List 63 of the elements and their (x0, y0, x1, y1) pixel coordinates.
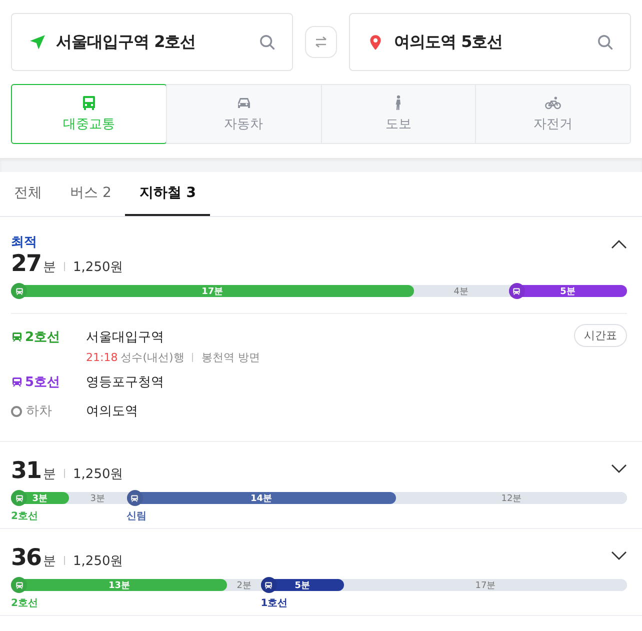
fare: 1,250원 (73, 259, 124, 276)
segment-duration: 17분 (202, 286, 224, 298)
fare: 1,250원 (73, 466, 124, 483)
filter-tab[interactable]: 버스 2 (56, 172, 126, 216)
train-direction: 성수(내선)행 (120, 350, 184, 365)
segment-duration: 2분 (236, 580, 252, 592)
navigation-arrow-icon (29, 34, 46, 50)
bus-icon (80, 95, 97, 111)
segment-duration: 4분 (454, 286, 469, 298)
search-icon[interactable] (597, 34, 614, 50)
train-icon (14, 580, 24, 590)
filter-tab[interactable]: 지하철 3 (125, 172, 210, 216)
minutes-unit: 분 (43, 259, 56, 276)
swap-arrows-icon (314, 35, 328, 49)
train-icon (264, 580, 274, 590)
segment-duration: 14분 (250, 492, 272, 504)
segment-duration: 12분 (501, 492, 522, 504)
location-pin-icon (367, 34, 384, 50)
line-label: 2호선 (11, 324, 86, 346)
station-name: 서울대입구역 (86, 329, 165, 346)
minutes-unit: 분 (43, 466, 56, 483)
segment-duration: 5분 (560, 286, 576, 298)
station-name: 여의도역 (86, 403, 139, 420)
train-icon (11, 376, 23, 388)
segment-duration: 3분 (90, 492, 105, 504)
chevron-down-icon[interactable] (611, 551, 627, 561)
total-minutes: 31 (11, 458, 42, 484)
station-name: 영등포구청역 (86, 374, 165, 391)
segment-duration: 5분 (294, 580, 310, 592)
fare: 1,250원 (73, 553, 124, 570)
mode-tab[interactable]: 자전거 (475, 85, 630, 143)
car-icon (236, 95, 252, 111)
train-icon (14, 494, 24, 502)
segment-duration: 17분 (475, 580, 496, 592)
mode-tab[interactable]: 도보 (320, 85, 476, 143)
line-label: 5호선 (11, 369, 86, 391)
segment-duration: 13분 (108, 580, 130, 592)
exit-direction: 봉천역 방면 (201, 350, 260, 365)
departure-time: 21:18 (86, 351, 118, 364)
bicycle-icon (545, 95, 562, 111)
search-icon[interactable] (259, 34, 276, 50)
train-icon (512, 286, 522, 296)
segment-label: 신림 (126, 510, 146, 523)
destination-field[interactable]: 여의도역 5호선 (349, 13, 631, 71)
filter-tab[interactable]: 전체 (0, 172, 56, 216)
total-minutes: 27 (11, 251, 42, 277)
segment-label: 1호선 (260, 597, 288, 610)
segment-duration: 3분 (32, 492, 48, 504)
mode-tab[interactable]: 자동차 (166, 85, 320, 143)
segment-label: 2호선 (11, 510, 38, 523)
chevron-down-icon[interactable] (611, 464, 627, 474)
train-icon (130, 494, 139, 502)
route-tag-label: 최적 (11, 235, 37, 250)
minutes-unit: 분 (43, 553, 56, 570)
chevron-up-icon[interactable] (611, 239, 627, 249)
timetable-button[interactable]: 시간표 (574, 324, 627, 347)
swap-button[interactable] (305, 26, 337, 58)
origin-field[interactable]: 서울대입구역 2호선 (11, 13, 293, 71)
train-icon (14, 286, 24, 296)
train-icon (11, 331, 23, 343)
total-minutes: 36 (11, 545, 42, 571)
segment-label: 2호선 (11, 597, 38, 610)
alight-label: 하차 (11, 398, 86, 420)
